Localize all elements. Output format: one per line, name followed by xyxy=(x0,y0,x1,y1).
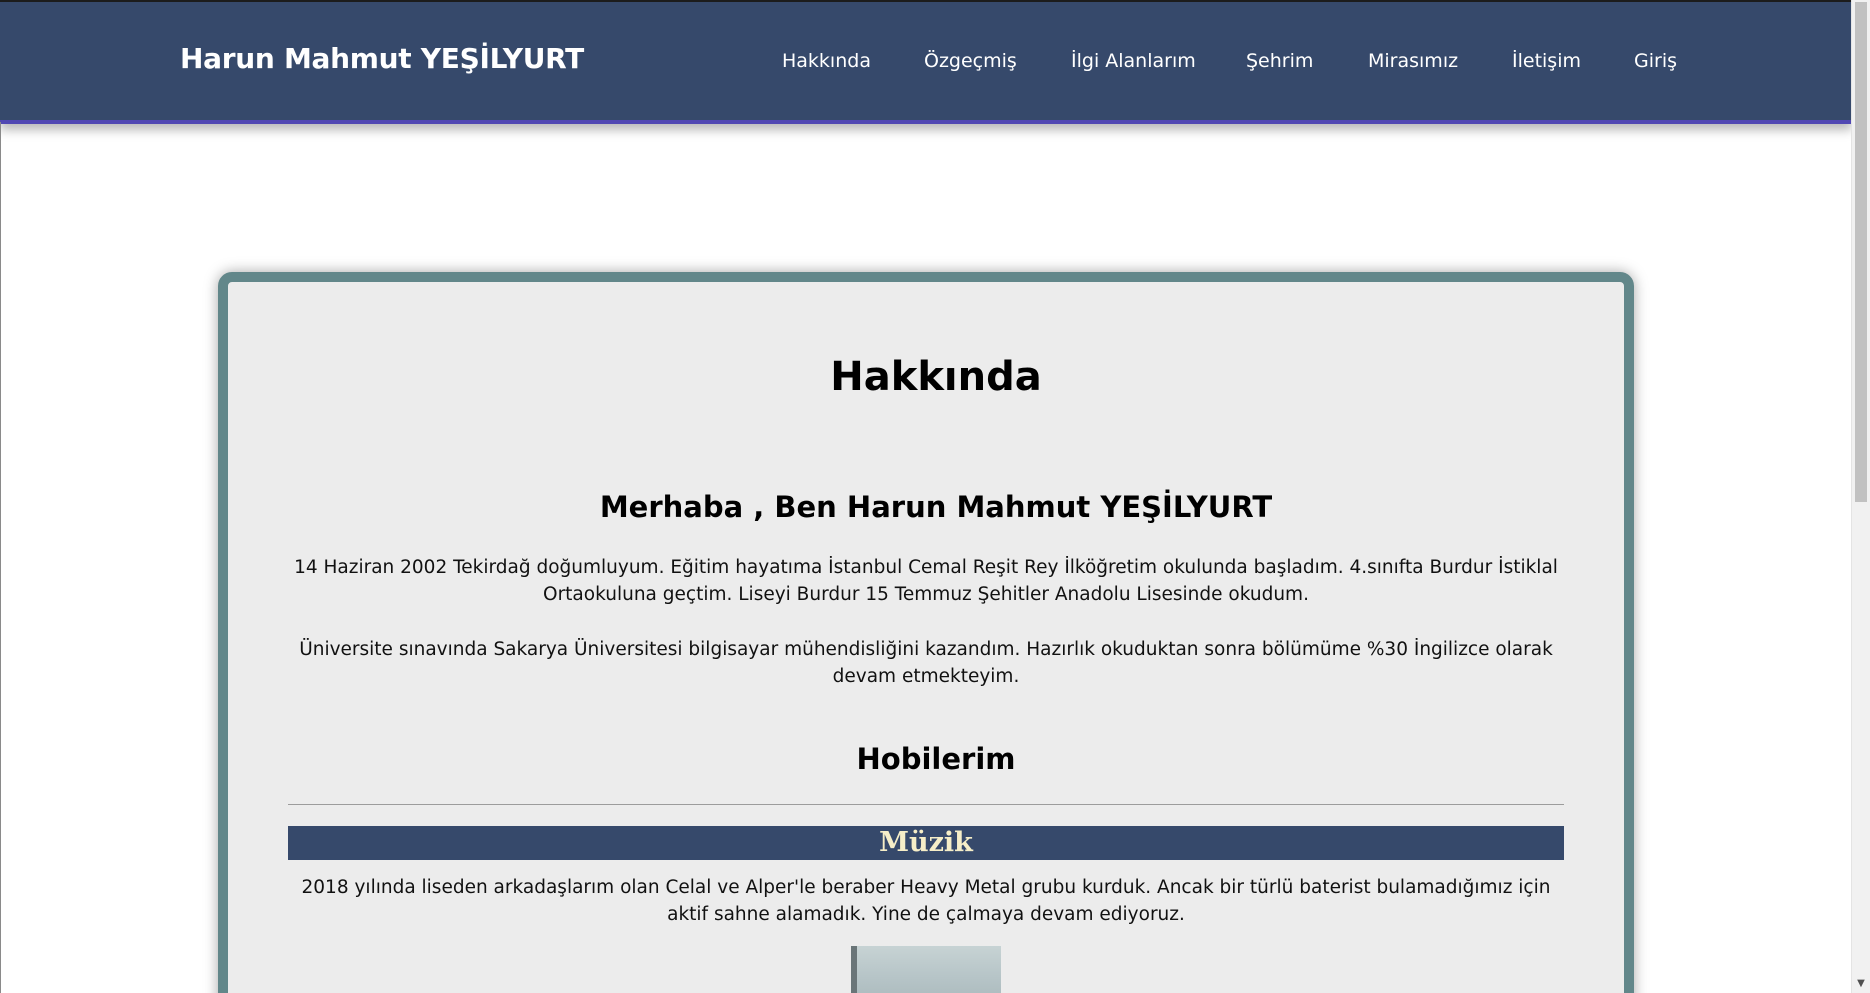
scrollbar-thumb[interactable] xyxy=(1855,2,1867,502)
chevron-down-icon[interactable]: ▼ xyxy=(1852,977,1870,991)
navbar: Harun Mahmut YEŞİLYURT Hakkında Özgeçmiş… xyxy=(0,2,1852,124)
nav-link-ozgecmis[interactable]: Özgeçmiş xyxy=(924,50,1017,72)
nav-link-mirasimiz[interactable]: Mirasımız xyxy=(1368,50,1458,72)
bio-paragraph-1: 14 Haziran 2002 Tekirdağ doğumluyum. Eği… xyxy=(294,557,1558,605)
page-title: Hakkında xyxy=(830,354,1042,400)
greeting-heading: Merhaba , Ben Harun Mahmut YEŞİLYURT xyxy=(599,490,1273,524)
page-viewport: Harun Mahmut YEŞİLYURT Hakkında Özgeçmiş… xyxy=(0,0,1870,993)
nav-link-giris[interactable]: Giriş xyxy=(1634,50,1677,72)
music-heading-bar: Müzik xyxy=(288,826,1564,860)
band-photo xyxy=(851,946,1001,993)
bio-paragraph-2: Üniversite sınavında Sakarya Üniversites… xyxy=(299,639,1553,687)
nav-link-ilgi-alanlarim[interactable]: İlgi Alanlarım xyxy=(1071,50,1196,72)
nav-link-hakkinda[interactable]: Hakkında xyxy=(782,50,871,72)
vertical-scrollbar[interactable]: ▼ xyxy=(1851,0,1870,993)
about-card: Hakkında Merhaba , Ben Harun Mahmut YEŞİ… xyxy=(218,272,1634,993)
nav-link-iletisim[interactable]: İletişim xyxy=(1512,50,1581,72)
section-divider xyxy=(288,804,1564,805)
window-left-border xyxy=(0,122,1,993)
music-paragraph: 2018 yılında liseden arkadaşlarım olan C… xyxy=(301,877,1551,925)
main-nav: Hakkında Özgeçmiş İlgi Alanlarım Şehrim … xyxy=(0,50,1852,78)
hobbies-heading: Hobilerim xyxy=(856,742,1016,776)
nav-link-sehrim[interactable]: Şehrim xyxy=(1246,50,1313,72)
